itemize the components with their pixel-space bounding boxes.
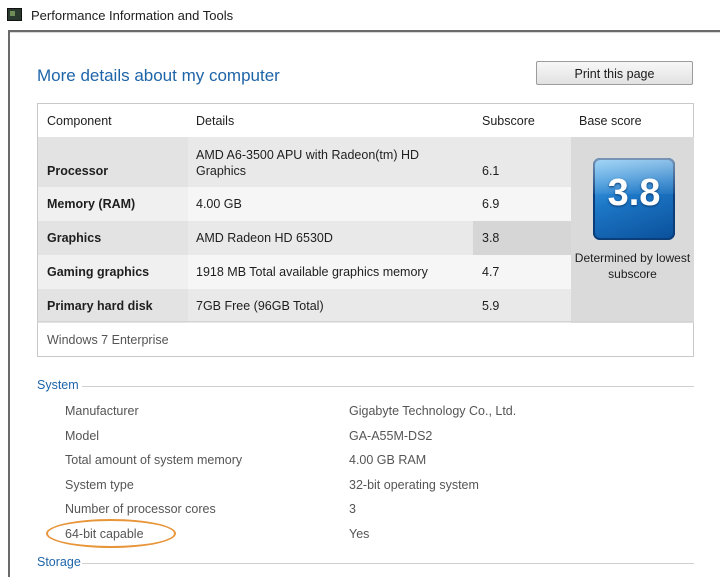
component-subscore: 5.9 xyxy=(482,299,500,313)
system-label: Model xyxy=(65,429,100,443)
header-subscore: Subscore xyxy=(482,114,535,128)
highlight-circle xyxy=(46,519,176,548)
system-label: Total amount of system memory xyxy=(65,453,243,467)
component-subscore: 6.1 xyxy=(482,164,500,178)
os-divider xyxy=(37,321,694,322)
score-table: Component Details Subscore Base score Pr… xyxy=(37,103,694,357)
system-value: Gigabyte Technology Co., Ltd. xyxy=(349,404,517,418)
component-subscore: 6.9 xyxy=(482,197,500,211)
windows-experience-badge: 3.8 xyxy=(593,158,675,240)
window-border-left xyxy=(8,30,10,577)
system-section-title: System xyxy=(37,378,79,392)
component-subscore: 4.7 xyxy=(482,265,500,279)
system-value: 32-bit operating system xyxy=(349,478,479,492)
component-subscore: 3.8 xyxy=(482,231,500,245)
storage-section-rule xyxy=(82,563,694,564)
base-score-panel: 3.8 Determined by lowest subscore xyxy=(571,137,694,323)
header-base-score: Base score xyxy=(579,114,642,128)
window-title: Performance Information and Tools xyxy=(31,8,234,23)
component-details: 4.00 GB xyxy=(196,197,242,211)
system-label: System type xyxy=(65,478,134,492)
component-details: AMD A6-3500 APU with Radeon(tm) HD Graph… xyxy=(196,148,420,178)
system-label: Number of processor cores xyxy=(65,502,216,516)
performance-tool-icon xyxy=(7,8,22,21)
base-score-caption: Determined by lowest subscore xyxy=(574,251,691,281)
system-value: 4.00 GB RAM xyxy=(349,453,427,467)
base-score-value: 3.8 xyxy=(607,172,661,214)
print-page-button[interactable]: Print this page xyxy=(536,61,693,85)
component-name: Memory (RAM) xyxy=(47,197,136,211)
component-details: 7GB Free (96GB Total) xyxy=(196,299,324,313)
component-name: Graphics xyxy=(47,231,102,245)
window-inner-border xyxy=(10,32,720,33)
system-label: Manufacturer xyxy=(65,404,139,418)
os-edition: Windows 7 Enterprise xyxy=(47,333,169,347)
system-value: GA-A55M-DS2 xyxy=(349,429,433,443)
system-section-rule xyxy=(82,386,694,387)
window-titlebar[interactable]: Performance Information and Tools xyxy=(0,0,720,30)
page-heading: More details about my computer xyxy=(37,66,280,85)
component-name: Gaming graphics xyxy=(47,265,150,279)
header-component: Component xyxy=(47,114,112,128)
system-value: 3 xyxy=(349,502,356,516)
component-details: 1918 MB Total available graphics memory xyxy=(196,265,428,279)
header-details: Details xyxy=(196,114,235,128)
system-value: Yes xyxy=(349,527,370,541)
storage-section-title: Storage xyxy=(37,555,81,569)
component-details: AMD Radeon HD 6530D xyxy=(196,231,333,245)
component-name: Processor xyxy=(47,164,109,178)
component-name: Primary hard disk xyxy=(47,299,153,313)
